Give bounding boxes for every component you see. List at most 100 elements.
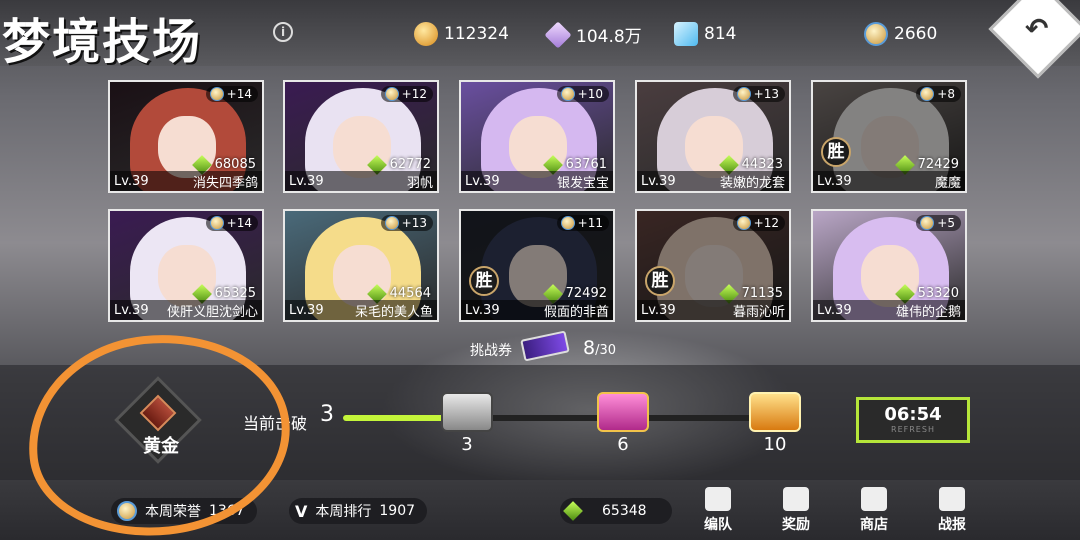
nav-shop-button[interactable]: 商店 [844, 487, 904, 534]
opponent-level: Lv.39 [641, 173, 676, 189]
ticket-count: 8/30 [583, 337, 616, 359]
power-value: 72429 [917, 157, 959, 172]
opponent-power: 65325 [191, 283, 256, 304]
weekly-rank-value: 1907 [379, 503, 416, 519]
honor-medal-icon [736, 216, 751, 230]
opponent-info-bar: Lv.39 银发宝宝 [461, 171, 613, 191]
team-icon [705, 487, 731, 511]
milestone-1[interactable]: 3 [441, 392, 493, 455]
opponent-card[interactable]: +12 71135 胜 Lv.39 暮雨沁听 [635, 209, 791, 322]
opponent-info-bar: Lv.39 侠肝义胆沈剑心 [110, 300, 262, 320]
opponent-info-bar: Lv.39 装嫩的龙套 [637, 171, 789, 191]
resource-diamond[interactable]: 814 [674, 22, 736, 46]
ticket-count-max: /30 [595, 343, 617, 358]
opponent-level: Lv.39 [817, 173, 852, 189]
nav-shop-label: 商店 [860, 517, 888, 533]
bonus-badge: +12 [380, 86, 433, 102]
pink-chest-icon [597, 392, 649, 432]
opponent-level: Lv.39 [289, 302, 324, 318]
opponent-card[interactable]: +11 72492 胜 Lv.39 假面的非酋 [459, 209, 615, 322]
bonus-badge: +11 [556, 215, 609, 231]
bonus-value: +10 [577, 87, 603, 101]
honor-medal-icon [209, 216, 224, 230]
info-icon[interactable]: i [273, 22, 293, 42]
opponent-card[interactable]: +14 65325 Lv.39 侠肝义胆沈剑心 [108, 209, 264, 322]
bonus-value: +12 [753, 216, 779, 230]
power-value: 71135 [741, 286, 783, 301]
opponent-level: Lv.39 [465, 302, 500, 318]
honor-medal-icon [384, 216, 399, 230]
nav-report-button[interactable]: 战报 [922, 487, 982, 534]
honor-medal-icon [384, 87, 399, 101]
page-title: 梦境技场 [2, 14, 203, 70]
opponent-card[interactable]: +8 72429 胜 Lv.39 魔魔 [811, 80, 967, 193]
opponent-card[interactable]: +13 44323 Lv.39 装嫩的龙套 [635, 80, 791, 193]
bonus-badge: +14 [205, 215, 258, 231]
gold-coin-icon [414, 22, 438, 46]
victory-badge: 胜 [469, 266, 499, 296]
milestone-3[interactable]: 10 [749, 392, 801, 455]
opponent-power: 71135 [718, 283, 783, 304]
opponent-power: 53320 [894, 283, 959, 304]
opponent-level: Lv.39 [289, 173, 324, 189]
opponent-card[interactable]: +14 68085 Lv.39 消失四季鸽 [108, 80, 264, 193]
honor-medal-icon [209, 87, 224, 101]
cart-icon [861, 487, 887, 511]
milestone-2[interactable]: 6 [597, 392, 649, 455]
resource-honor[interactable]: 2660 [864, 22, 937, 46]
nav-team-button[interactable]: 编队 [688, 487, 748, 534]
victory-badge: 胜 [821, 137, 851, 167]
opponent-power: 63761 [542, 154, 607, 175]
crystal-icon [544, 20, 572, 49]
opponent-info-bar: Lv.39 消失四季鸽 [110, 171, 262, 191]
bonus-value: +14 [226, 87, 252, 101]
resource-crystal-value: 104.8万 [576, 27, 642, 47]
bonus-value: +14 [226, 216, 252, 230]
diamond-icon [674, 22, 698, 46]
bonus-value: +11 [577, 216, 603, 230]
refresh-timer: 06:54 [884, 404, 942, 425]
gold-chest-icon [749, 392, 801, 432]
opponent-name: 侠肝义胆沈剑心 [166, 304, 258, 320]
opponent-info-bar: Lv.39 暮雨沁听 [637, 300, 789, 320]
opponent-power: 44323 [718, 154, 783, 175]
ticket-label: 挑战券 [470, 343, 512, 359]
opponent-card[interactable]: +5 53320 Lv.39 雄伟的企鹅 [811, 209, 967, 322]
weekly-rank: V 本周排行 1907 [289, 498, 428, 524]
opponent-info-bar: Lv.39 羽帆 [285, 171, 437, 191]
milestone-3-value: 10 [763, 434, 787, 455]
opponent-power: 68085 [191, 154, 256, 175]
bonus-value: +8 [937, 87, 955, 101]
opponent-info-bar: Lv.39 魔魔 [813, 171, 965, 191]
bonus-value: +13 [401, 216, 427, 230]
opponent-name: 暮雨沁听 [732, 304, 785, 320]
victory-badge: 胜 [645, 266, 675, 296]
sword-icon [563, 501, 583, 521]
progress-current: 3 [320, 402, 334, 427]
opponent-level: Lv.39 [465, 173, 500, 189]
opponent-card[interactable]: +12 62772 Lv.39 羽帆 [283, 80, 439, 193]
honor-medal-icon [864, 22, 888, 46]
nav-reward-button[interactable]: 奖励 [766, 487, 826, 534]
resource-gold[interactable]: 112324 [414, 22, 509, 46]
opponent-card[interactable]: +10 63761 Lv.39 银发宝宝 [459, 80, 615, 193]
opponent-name: 银发宝宝 [556, 175, 609, 191]
honor-medal-icon [736, 87, 751, 101]
bonus-badge: +10 [556, 86, 609, 102]
milestone-2-value: 6 [617, 434, 629, 455]
power-value: 44564 [389, 286, 431, 301]
opponent-card[interactable]: +13 44564 Lv.39 呆毛的美人鱼 [283, 209, 439, 322]
resource-crystal[interactable]: 104.8万 [544, 20, 642, 49]
power-value: 44323 [741, 157, 783, 172]
honor-medal-icon [560, 87, 575, 101]
power-value: 68085 [214, 157, 256, 172]
power-value: 72492 [565, 286, 607, 301]
opponent-info-bar: Lv.39 雄伟的企鹅 [813, 300, 965, 320]
refresh-button[interactable]: 06:54 REFRESH [856, 397, 970, 443]
honor-medal-icon [560, 216, 575, 230]
opponent-power: 72492 [542, 283, 607, 304]
report-icon [939, 487, 965, 511]
opponent-name: 呆毛的美人鱼 [354, 304, 433, 320]
opponent-name: 装嫩的龙套 [719, 175, 785, 191]
bonus-badge: +13 [380, 215, 433, 231]
